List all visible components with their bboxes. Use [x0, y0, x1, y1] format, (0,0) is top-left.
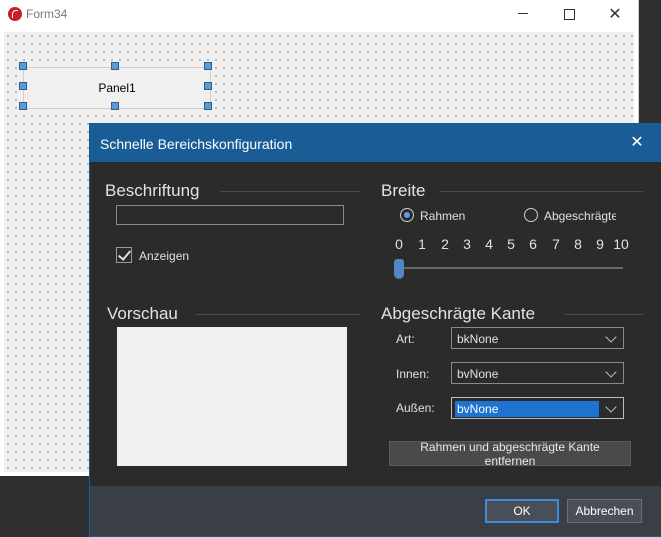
art-select[interactable]: bkNone	[451, 327, 624, 349]
minimize-button[interactable]	[500, 0, 546, 28]
maximize-icon	[564, 9, 575, 20]
art-select-value: bkNone	[457, 332, 499, 346]
caption-input[interactable]	[116, 205, 344, 225]
resize-handle-bottom[interactable]	[111, 102, 119, 110]
width-tick-label: 10	[613, 236, 629, 252]
radio-frame[interactable]	[400, 208, 414, 222]
dialog-titlebar: Schnelle Bereichskonfiguration ✕	[90, 124, 661, 162]
show-caption-checkbox[interactable]	[116, 247, 132, 263]
width-slider-track[interactable]	[397, 267, 623, 269]
resize-handle-top-left[interactable]	[19, 62, 27, 70]
outer-select-value: bvNone	[455, 401, 599, 417]
chevron-down-icon	[605, 401, 617, 413]
preview-group-title: Vorschau	[107, 304, 178, 323]
width-tick-label: 7	[552, 236, 560, 252]
width-tick-label: 8	[574, 236, 582, 252]
art-label: Art:	[396, 332, 415, 346]
bevel-group-divider	[565, 314, 643, 315]
chevron-down-icon	[605, 331, 617, 343]
width-tick-label: 3	[463, 236, 471, 252]
close-icon[interactable]: ✕	[624, 132, 650, 154]
width-tick-label: 5	[507, 236, 515, 252]
preview-group-divider	[195, 314, 360, 315]
outer-label: Außen:	[396, 401, 435, 415]
radio-bevel-label: Abgeschrägte	[544, 209, 616, 223]
width-tick-label: 2	[441, 236, 449, 252]
close-button[interactable]: ✕	[592, 0, 638, 28]
width-tick-labels: 0 1 2 3 4 5 6 7 8 9 10	[392, 236, 632, 254]
ok-button[interactable]: OK	[485, 499, 559, 523]
width-tick-label: 6	[529, 236, 537, 252]
inner-label: Innen:	[396, 367, 430, 381]
panel1-label: Panel1	[98, 81, 136, 95]
bevel-group-title: Abgeschrägte Kante	[381, 304, 536, 323]
radio-bevel[interactable]	[524, 208, 538, 222]
resize-handle-bottom-right[interactable]	[204, 102, 212, 110]
outer-select[interactable]: bvNone	[451, 397, 624, 419]
resize-handle-right[interactable]	[204, 82, 212, 90]
quick-panel-config-dialog: Schnelle Bereichskonfiguration ✕ Beschri…	[89, 123, 661, 537]
resize-handle-left[interactable]	[19, 82, 27, 90]
close-icon: ✕	[608, 6, 622, 23]
resize-handle-bottom-left[interactable]	[19, 102, 27, 110]
width-group-divider	[440, 191, 643, 192]
app-logo-icon	[8, 7, 22, 21]
form-title: Form34	[26, 7, 68, 21]
chevron-down-icon	[605, 366, 617, 378]
width-group-title: Breite	[381, 181, 426, 200]
cancel-button[interactable]: Abbrechen	[567, 499, 642, 523]
inner-select[interactable]: bvNone	[451, 362, 624, 384]
preview-box	[117, 327, 347, 466]
minimize-icon	[518, 13, 528, 14]
form-titlebar: Form34 ✕	[0, 0, 638, 28]
width-slider-thumb[interactable]	[394, 259, 404, 279]
caption-group-title: Beschriftung	[105, 181, 200, 200]
resize-handle-top-right[interactable]	[204, 62, 212, 70]
caption-group-divider	[220, 191, 360, 192]
radio-frame-label: Rahmen	[420, 209, 466, 223]
maximize-button[interactable]	[546, 0, 592, 28]
inner-select-value: bvNone	[457, 367, 499, 381]
width-tick-label: 0	[395, 236, 403, 252]
remove-frame-bevel-button[interactable]: Rahmen und abgeschrägte Kante entfernen	[389, 440, 631, 468]
dialog-title: Schnelle Bereichskonfiguration	[100, 136, 293, 152]
width-tick-label: 9	[596, 236, 604, 252]
width-tick-label: 4	[485, 236, 493, 252]
show-caption-label: Anzeigen	[139, 249, 190, 263]
resize-handle-top[interactable]	[111, 62, 119, 70]
width-tick-label: 1	[418, 236, 426, 252]
